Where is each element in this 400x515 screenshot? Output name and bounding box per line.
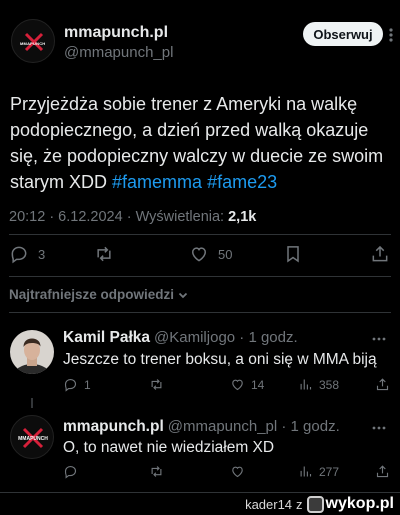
share-button[interactable] (375, 377, 390, 392)
reply-count: 3 (38, 246, 46, 262)
share-icon (372, 245, 388, 262)
reply-icon (64, 465, 77, 479)
reply-button[interactable]: 3 (9, 244, 45, 264)
avatar[interactable]: MMAPUNCH (10, 415, 54, 459)
views-button[interactable]: 358 (298, 377, 339, 392)
wykop-icon (306, 495, 324, 513)
hashtag-fame23[interactable]: #fame23 (207, 172, 277, 192)
reply-handle[interactable]: @Kamiljogo · 1 godz. (154, 329, 298, 346)
heart-icon (191, 247, 207, 262)
reply-button[interactable]: 1 (63, 377, 91, 392)
author-name[interactable]: mmapunch.pl (64, 24, 168, 42)
tweet-screenshot: MMAPUNCH mmapunch.pl @mmapunch_pl Obserw… (0, 0, 400, 515)
action-bar: 3 50 (0, 240, 400, 268)
reply-icon (11, 246, 27, 264)
views-icon (300, 466, 312, 477)
views-icon (300, 379, 312, 390)
logo-text: MMAPUNCH (18, 436, 48, 442)
thread-line (31, 398, 33, 408)
tweet-text: Przyjeżdża sobie trener z Ameryki na wal… (10, 91, 395, 195)
tweet-timestamp[interactable]: 20:12 · 6.12.2024 · Wyświetlenia: (9, 209, 228, 225)
like-button[interactable] (230, 464, 245, 479)
tweet-meta: 20:12 · 6.12.2024 · Wyświetlenia: 2,1k (9, 209, 256, 225)
avatar[interactable] (10, 330, 54, 374)
views-count: 277 (319, 464, 340, 479)
tweet-header: MMAPUNCH mmapunch.pl @mmapunch_pl Obserw… (0, 0, 400, 78)
share-icon (376, 465, 389, 478)
heart-icon (232, 466, 243, 478)
more-icon[interactable] (372, 418, 386, 433)
reply-icon (64, 378, 77, 392)
divider (9, 234, 391, 235)
divider (9, 276, 391, 277)
more-icon[interactable] (372, 329, 386, 344)
reply-author-name[interactable]: mmapunch.pl (63, 418, 164, 435)
reply-text: O, to nawet nie wiedziałem XD (63, 439, 275, 456)
share-button[interactable] (375, 464, 390, 479)
watermark: kader14 z wykop.pl (245, 495, 394, 513)
bookmark-icon (287, 246, 299, 263)
wykop-logo: wykop.pl (306, 495, 394, 513)
watermark-user: kader14 (245, 496, 293, 512)
views-count: 358 (319, 377, 340, 392)
follow-button[interactable]: Obserwuj (303, 22, 383, 46)
like-button[interactable]: 14 (230, 377, 264, 392)
logo-text: MMAPUNCH (20, 41, 46, 46)
bookmark-button[interactable] (283, 244, 303, 264)
reply-button[interactable] (63, 464, 78, 479)
hashtag-famemma[interactable]: #famemma (112, 172, 202, 192)
more-icon[interactable] (389, 28, 397, 42)
views-button[interactable]: 277 (298, 464, 339, 479)
heart-icon (232, 379, 243, 391)
repost-icon (151, 466, 162, 477)
like-button[interactable]: 50 (189, 244, 232, 264)
views-count: 2,1k (228, 209, 257, 225)
divider (0, 492, 400, 493)
share-button[interactable] (370, 244, 390, 264)
repost-icon (151, 379, 162, 390)
sort-label: Najtrafniejsze odpowiedzi (9, 287, 175, 302)
reply-handle[interactable]: @mmapunch_pl · 1 godz. (168, 418, 340, 435)
reply-count: 1 (84, 377, 91, 392)
repost-button[interactable] (149, 377, 164, 392)
chevron-down-icon (178, 292, 188, 298)
reply-author: mmapunch.pl @mmapunch_pl · 1 godz. (63, 418, 340, 436)
avatar[interactable]: MMAPUNCH (11, 19, 55, 63)
reply-author: Kamil Pałka @Kamiljogo · 1 godz. (63, 329, 298, 347)
repost-icon (97, 246, 111, 262)
reply-text: Jeszcze to trener boksu, a oni się w MMA… (63, 351, 377, 368)
like-count: 14 (251, 377, 265, 392)
share-icon (376, 378, 389, 391)
sort-dropdown[interactable]: Najtrafniejsze odpowiedzi (9, 287, 189, 302)
author-handle[interactable]: @mmapunch_pl (64, 44, 173, 61)
reply-author-name[interactable]: Kamil Pałka (63, 329, 150, 346)
divider (9, 312, 391, 313)
watermark-z: z (296, 496, 303, 512)
like-count: 50 (218, 246, 233, 262)
watermark-site: wykop.pl (325, 495, 394, 512)
repost-button[interactable] (149, 464, 164, 479)
repost-button[interactable] (94, 244, 114, 264)
